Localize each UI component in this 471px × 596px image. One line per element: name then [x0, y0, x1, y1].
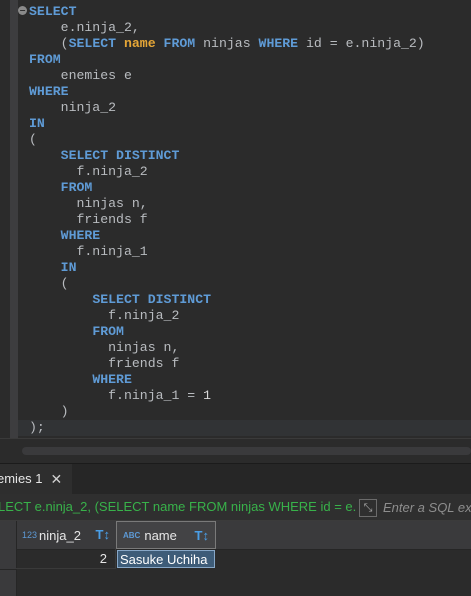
sql-keyword: IN [60, 260, 77, 275]
sql-token: enemies e [29, 68, 132, 83]
code-line: f.ninja_1 = 1 [29, 388, 425, 404]
editor-gutter [0, 0, 10, 438]
sql-keyword: FROM [29, 52, 61, 67]
code-line: ( [29, 132, 425, 148]
sql-token: ninjas [203, 36, 259, 51]
text-type-icon: ABC [123, 530, 141, 540]
code-line: friends f [29, 212, 425, 228]
code-line: SELECT DISTINCT [29, 292, 425, 308]
sql-token: name [123, 36, 156, 51]
code-line: ninjas n, [29, 196, 425, 212]
sql-token: f.ninja_2 [29, 308, 180, 323]
results-tab-bar: emies 1 ✕ [0, 463, 471, 495]
code-line: FROM [29, 52, 425, 68]
row-header-empty [0, 570, 17, 596]
sql-token: ( [29, 132, 37, 147]
sort-filter-icon[interactable]: T↕ [195, 528, 209, 543]
code-line: f.ninja_2 [29, 308, 425, 324]
sql-token: f.ninja_1 [29, 244, 148, 259]
sql-keyword: WHERE [258, 36, 307, 51]
row-header[interactable] [0, 549, 17, 570]
grid-corner[interactable] [0, 521, 17, 549]
tab-label: emies 1 [0, 471, 43, 486]
code-line: FROM [29, 180, 425, 196]
column-header-name[interactable]: ABC name T↕ [116, 521, 216, 549]
filter-bar: LECT e.ninja_2, (SELECT name FROM ninjas… [0, 494, 471, 521]
sql-token: 1 [203, 388, 212, 403]
results-grid: 123 ninja_2 T↕ ABC name T↕ 2 Sasuke Uchi… [0, 521, 471, 596]
sql-token: ); [29, 420, 45, 435]
code-line: f.ninja_2 [29, 164, 425, 180]
sql-editor[interactable]: − SELECT e.ninja_2, (SELECT name FROM ni… [0, 0, 471, 438]
column-label: name [144, 527, 177, 543]
code-line: enemies e [29, 68, 425, 84]
sql-keyword: IN [29, 116, 45, 131]
code-line: e.ninja_2, [29, 20, 425, 36]
sql-keyword: WHERE [92, 372, 132, 387]
sql-keyword: WHERE [29, 84, 69, 99]
code-line: WHERE [29, 84, 425, 100]
column-header-ninja-2[interactable]: 123 ninja_2 T↕ [16, 521, 117, 549]
code-line: IN [29, 116, 425, 132]
expand-icon[interactable]: ⤡ [359, 499, 377, 517]
sql-filter-input[interactable] [379, 496, 471, 518]
sql-keyword: SELECT [68, 36, 124, 51]
sort-filter-icon[interactable]: T↕ [96, 527, 110, 542]
sql-code[interactable]: SELECT e.ninja_2, (SELECT name FROM ninj… [29, 4, 425, 436]
sql-token: id = e.ninja_2) [306, 36, 425, 51]
code-line: IN [29, 260, 425, 276]
numeric-type-icon: 123 [22, 530, 38, 540]
code-line: ( [29, 276, 425, 292]
code-line: FROM [29, 324, 425, 340]
tab-enemies-1[interactable]: emies 1 ✕ [0, 464, 72, 494]
close-icon[interactable]: ✕ [51, 464, 63, 494]
sql-token: e.ninja_2, [29, 20, 140, 35]
sql-token: ninjas n, [29, 340, 180, 355]
sql-token: ) [29, 404, 69, 419]
cell-ninja-2[interactable]: 2 [16, 549, 116, 569]
sql-token: ninjas n, [29, 196, 148, 211]
sql-token: f.ninja_2 [29, 164, 148, 179]
sql-token: friends f [29, 356, 180, 371]
code-line: ); [29, 420, 425, 436]
sql-token: friends f [29, 212, 148, 227]
code-line: friends f [29, 356, 425, 372]
query-range-marker [10, 0, 18, 438]
sql-keyword: FROM [60, 180, 93, 195]
sql-token: ( [29, 276, 69, 291]
code-line: f.ninja_1 [29, 244, 425, 260]
code-line: WHERE [29, 372, 425, 388]
code-line: (SELECT name FROM ninjas WHERE id = e.ni… [29, 36, 425, 52]
cell-name-selected[interactable]: Sasuke Uchiha [117, 550, 215, 568]
sql-token: f.ninja_1 = [29, 388, 204, 403]
fold-icon[interactable]: − [18, 6, 27, 15]
sql-keyword: SELECT [29, 4, 77, 19]
scrollbar-thumb[interactable] [22, 447, 471, 455]
sql-keyword: FROM [155, 36, 204, 51]
code-line: WHERE [29, 228, 425, 244]
sql-token: ( [29, 36, 69, 51]
code-line: SELECT [29, 4, 425, 20]
code-line: ninja_2 [29, 100, 425, 116]
column-label: ninja_2 [39, 527, 81, 543]
editor-horizontal-scrollbar[interactable] [0, 438, 471, 463]
code-line: SELECT DISTINCT [29, 148, 425, 164]
sql-token: ninja_2 [29, 100, 117, 115]
code-line: ninjas n, [29, 340, 425, 356]
query-text: LECT e.ninja_2, (SELECT name FROM ninjas… [0, 499, 356, 514]
sql-keyword: FROM [92, 324, 124, 339]
sql-keyword: SELECT DISTINCT [60, 148, 180, 163]
sql-keyword: WHERE [60, 228, 101, 243]
code-line: ) [29, 404, 425, 420]
sql-keyword: SELECT DISTINCT [92, 292, 212, 307]
